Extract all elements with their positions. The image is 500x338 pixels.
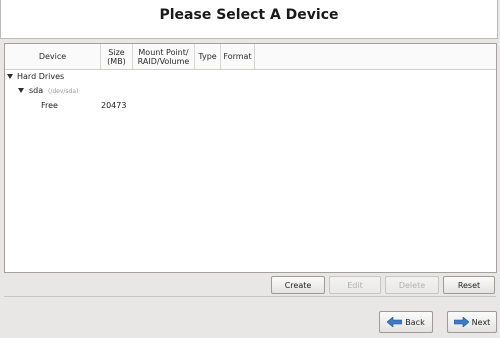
disk-name: sda — [29, 86, 44, 95]
back-button[interactable]: Back — [379, 311, 433, 333]
reset-button[interactable]: Reset — [443, 276, 495, 294]
group-label: Hard Drives — [17, 72, 65, 81]
separator — [4, 296, 496, 297]
tree-row-hard-drives[interactable]: Hard Drives — [5, 71, 496, 84]
column-format[interactable]: Format — [221, 44, 255, 69]
page-title: Please Select A Device — [159, 7, 339, 23]
free-label: Free — [41, 101, 58, 110]
delete-button[interactable]: Delete — [385, 276, 439, 294]
device-tree[interactable]: Device Size (MB) Mount Point/RAID/Volume … — [4, 43, 497, 273]
tree-row-free[interactable]: Free 20473 — [5, 100, 496, 113]
column-device[interactable]: Device — [5, 44, 101, 69]
disk-path: (/dev/sda) — [48, 88, 79, 95]
next-label: Next — [471, 317, 491, 327]
column-mount-point[interactable]: Mount Point/RAID/Volume — [133, 44, 195, 69]
expander-down-icon[interactable] — [18, 88, 24, 93]
column-size[interactable]: Size (MB) — [101, 44, 133, 69]
arrow-left-icon — [387, 317, 403, 327]
arrow-right-icon — [453, 317, 469, 327]
tree-row-sda[interactable]: sda (/dev/sda) — [5, 85, 496, 98]
edit-button[interactable]: Edit — [329, 276, 381, 294]
create-button[interactable]: Create — [271, 276, 325, 294]
expander-down-icon[interactable] — [7, 74, 13, 79]
header-bar: Please Select A Device — [0, 0, 498, 39]
free-size: 20473 — [101, 101, 127, 110]
back-label: Back — [405, 317, 425, 327]
next-button[interactable]: Next — [447, 311, 497, 333]
column-type[interactable]: Type — [195, 44, 221, 69]
column-header-row: Device Size (MB) Mount Point/RAID/Volume … — [5, 44, 496, 70]
